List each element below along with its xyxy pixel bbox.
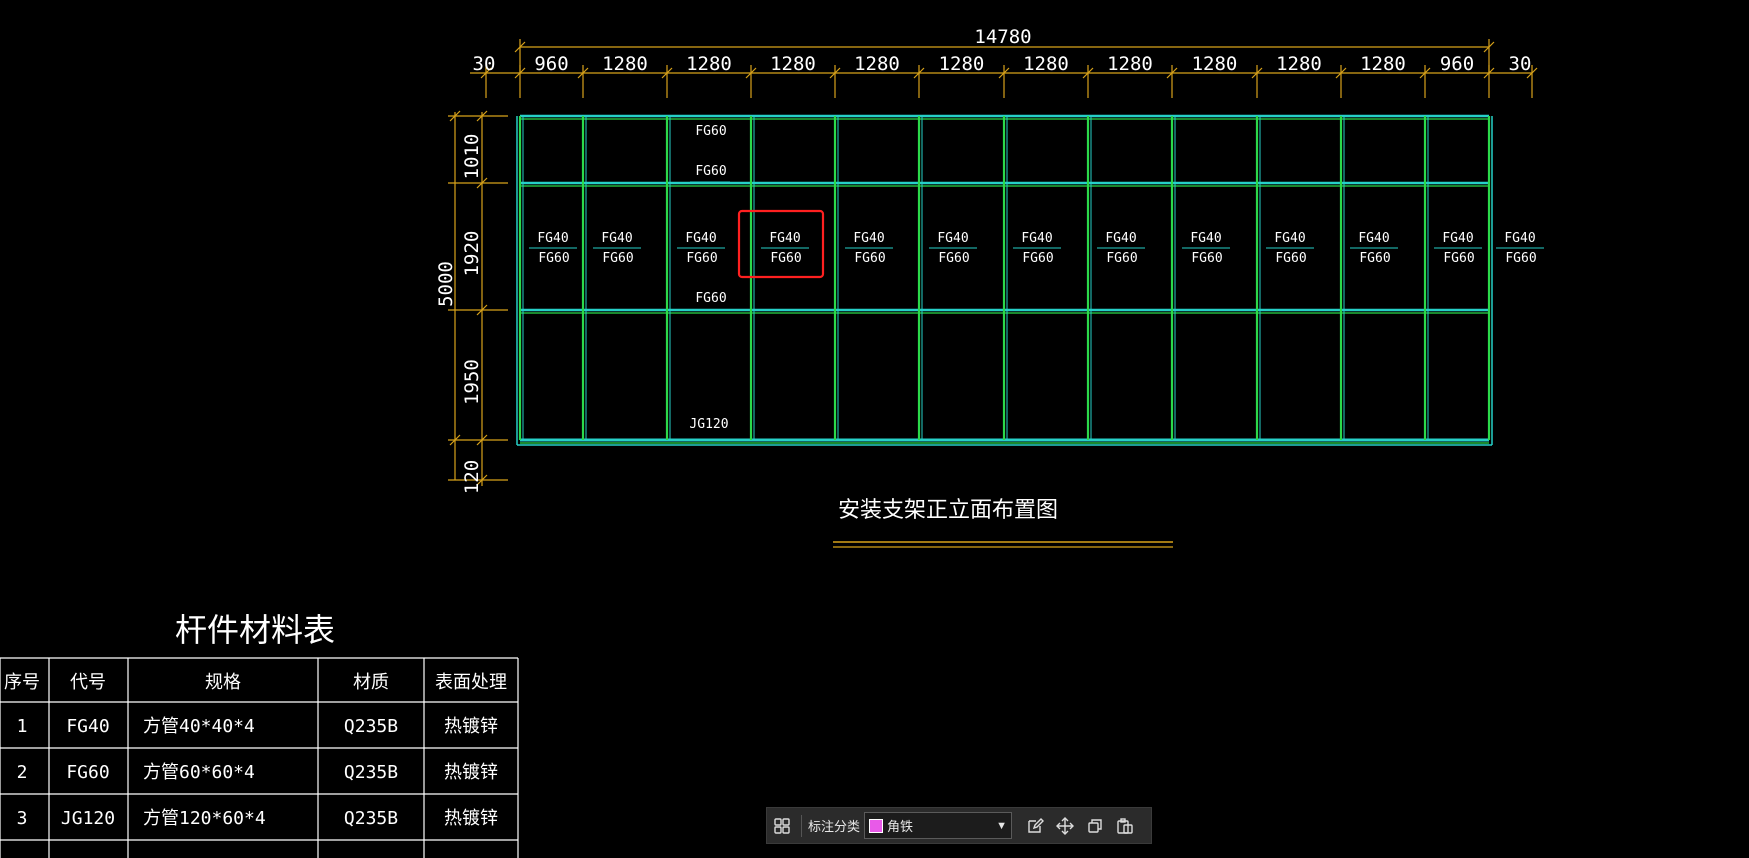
top-dim-text: 1280	[770, 53, 816, 75]
post-label-upper: FG40	[937, 231, 968, 246]
post-label-upper: FG40	[685, 231, 716, 246]
table-cell: JG120	[61, 808, 115, 829]
grid-icon[interactable]	[767, 811, 797, 841]
post-label-lower: FG60	[938, 251, 969, 266]
left-dim-text: 1920	[461, 231, 483, 277]
annotation-toolbar: 标注分类 角铁 ▼	[766, 807, 1152, 844]
table-cell: 热镀锌	[444, 762, 498, 783]
table-header-cell: 代号	[70, 672, 106, 693]
top-row-label: FG60	[695, 124, 726, 139]
table-header-cell: 规格	[205, 672, 241, 693]
category-color-swatch	[869, 818, 884, 833]
paste-icon[interactable]	[1110, 811, 1140, 841]
table-cell: FG60	[66, 762, 109, 783]
table-cell: 1	[17, 716, 28, 737]
drawing-title: 安装支架正立面布置图	[838, 498, 1058, 523]
post-label-upper: FG40	[853, 231, 884, 246]
selected-category: 角铁	[887, 819, 914, 834]
post-label-lower: FG60	[854, 251, 885, 266]
post-label-lower: FG60	[602, 251, 633, 266]
bottom-mid-label: FG60	[695, 291, 726, 306]
post-label-upper: FG40	[537, 231, 568, 246]
move-icon[interactable]	[1050, 811, 1080, 841]
cad-drawing-canvas[interactable]: 1478030 960 1280 1280 1280 1280 1280 1280 1280 12…	[0, 0, 1749, 858]
top-dim-text: 1280	[602, 53, 648, 75]
left-dim-text: 120	[461, 460, 483, 494]
top-dim-text: 960	[534, 53, 568, 75]
post-label-upper: FG40	[769, 231, 800, 246]
top-total-dim-text: 14780	[974, 26, 1031, 48]
post-label-upper: FG40	[1190, 231, 1221, 246]
post-label-upper: FG40	[1358, 231, 1389, 246]
table-header-cell: 序号	[4, 672, 40, 693]
post-label-upper: FG40	[601, 231, 632, 246]
top-dim-text: 1280	[854, 53, 900, 75]
elevation-frame	[516, 114, 1493, 446]
table-cell: Q235B	[344, 716, 398, 737]
table-header-cell: 表面处理	[435, 672, 507, 693]
material-table: 序号 代号 规格 材质 表面处理 1 FG40 方管40*40*4 Q235B 热镀锌 2 FG60 方…	[0, 657, 519, 858]
top-dim-text: 1280	[939, 53, 985, 75]
top-row-label: FG60	[695, 164, 726, 179]
post-label-upper: FG40	[1442, 231, 1473, 246]
top-dim-text: 960	[1440, 53, 1474, 75]
top-dim-text: 1280	[1023, 53, 1069, 75]
table-cell: Q235B	[344, 808, 398, 829]
annotation-category-select[interactable]: 角铁 ▼	[864, 812, 1013, 839]
table-cell: 热镀锌	[444, 716, 498, 737]
top-dim-text: 1280	[1192, 53, 1238, 75]
table-header-cell: 材质	[353, 672, 389, 693]
post-label-lower: FG60	[1022, 251, 1053, 266]
top-dim-text: 1280	[1276, 53, 1322, 75]
top-dim-text: 30	[1509, 53, 1532, 75]
table-cell: 2	[17, 762, 28, 783]
toolbar-separator	[801, 814, 802, 837]
post-label-upper: FG40	[1105, 231, 1136, 246]
post-label-upper: FG40	[1504, 231, 1535, 246]
table-cell: 方管60*60*4	[143, 762, 255, 783]
post-label-lower: FG60	[1191, 251, 1222, 266]
post-label-lower: FG60	[770, 251, 801, 266]
post-label-lower: FG60	[1505, 251, 1536, 266]
left-total-dim-text: 5000	[435, 261, 457, 307]
table-cell: 方管120*60*4	[143, 808, 266, 829]
bottom-label: JG120	[689, 417, 728, 432]
post-label-lower: FG60	[686, 251, 717, 266]
post-label-upper: FG40	[1021, 231, 1052, 246]
edit-icon[interactable]	[1020, 811, 1050, 841]
left-dim-text: 1950	[461, 359, 483, 405]
post-label-lower: FG60	[538, 251, 569, 266]
table-cell: 3	[17, 808, 28, 829]
post-label-lower: FG60	[1106, 251, 1137, 266]
material-table-title: 杆件材料表	[175, 611, 335, 649]
chevron-down-icon: ▼	[996, 819, 1008, 832]
post-label-lower: FG60	[1443, 251, 1474, 266]
left-dim-text: 1010	[461, 134, 483, 180]
post-label-upper: FG40	[1274, 231, 1305, 246]
post-label-lower: FG60	[1359, 251, 1390, 266]
top-dim-text: 1280	[686, 53, 732, 75]
drawing-texts: 14780 30 960 1280 1280 1280 1280 1280 1280 1280 12…	[435, 26, 1537, 494]
annotation-category-label: 标注分类	[808, 819, 861, 834]
copy-icon[interactable]	[1080, 811, 1110, 841]
table-cell: 热镀锌	[444, 808, 498, 829]
table-cell: Q235B	[344, 762, 398, 783]
post-label-lower: FG60	[1275, 251, 1306, 266]
top-dim-text: 1280	[1107, 53, 1153, 75]
top-dim-text: 30	[473, 53, 496, 75]
top-dim-text: 1280	[1360, 53, 1406, 75]
table-cell: FG40	[66, 716, 109, 737]
table-cell: 方管40*40*4	[143, 716, 255, 737]
